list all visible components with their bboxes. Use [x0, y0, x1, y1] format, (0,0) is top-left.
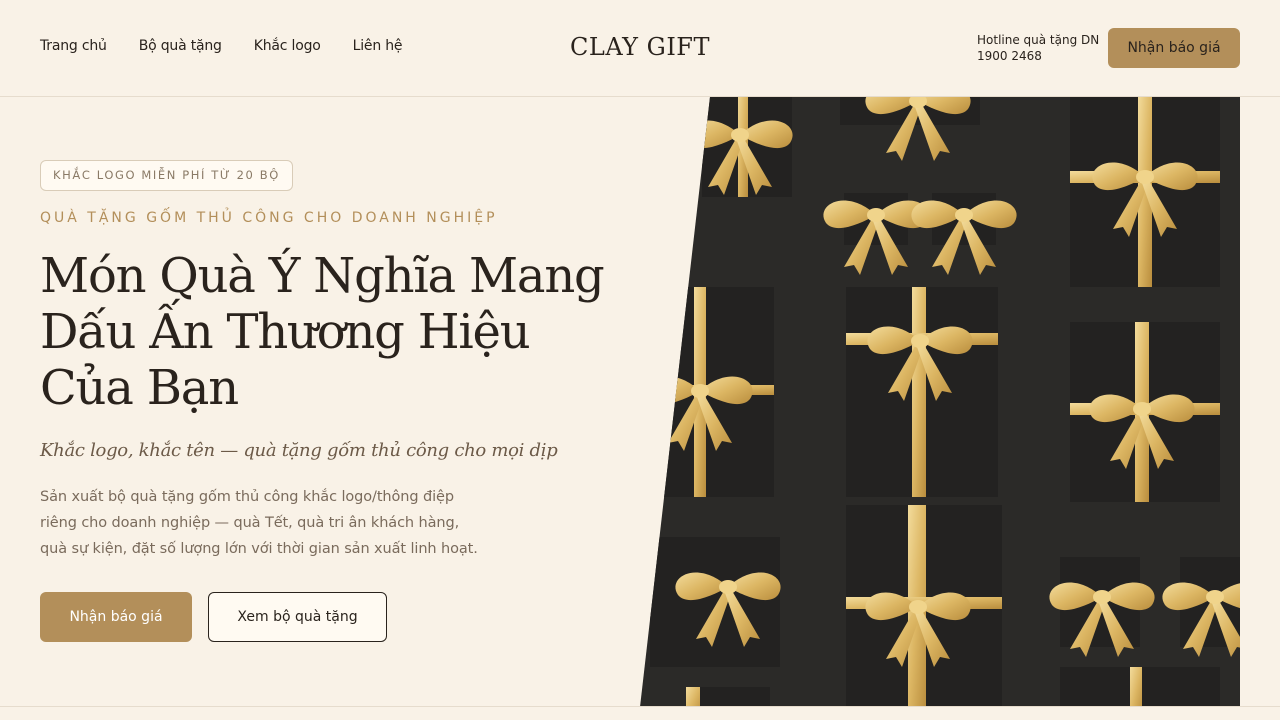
hotline-number[interactable]: 1900 2468 [977, 48, 1099, 64]
gift-boxes-photo [640, 97, 1240, 707]
view-gift-sets-button[interactable]: Xem bộ quà tặng [208, 592, 387, 642]
gift-box [1049, 557, 1155, 657]
headline-line-2: Dấu Ấn Thương Hiệu [40, 304, 531, 360]
gift-box [1070, 97, 1220, 287]
header-quote-button[interactable]: Nhận báo giá [1108, 28, 1240, 68]
headline-line-1: Món Quà Ý Nghĩa Mang [40, 248, 605, 304]
hero-headline: Món Quà Ý Nghĩa Mang Dấu Ấn Thương Hiệu … [40, 248, 640, 416]
hero-description: Sản xuất bộ quà tặng gốm thủ công khắc l… [40, 489, 478, 557]
gift-box [846, 505, 1002, 707]
headline-line-3: Của Bạn [40, 360, 239, 416]
hero-eyebrow: QUÀ TẶNG GỐM THỦ CÔNG CHO DOANH NGHIỆP [40, 210, 498, 226]
gift-box [1060, 667, 1220, 707]
hero-quote-button[interactable]: Nhận báo giá [40, 592, 192, 642]
hotline-label: Hotline quà tặng DN [977, 33, 1100, 47]
promo-badge: KHẮC LOGO MIỄN PHÍ TỪ 20 BỘ [40, 160, 293, 191]
gift-box [687, 97, 793, 197]
gift-box [1070, 322, 1220, 502]
gift-boxes-illustration [640, 97, 1240, 707]
section-divider [0, 706, 1280, 707]
hero-tagline: Khắc logo, khắc tên — quà tặng gốm thủ c… [40, 440, 558, 461]
site-header: Trang chủ Bộ quà tặng Khắc logo Liên hệ … [0, 0, 1280, 97]
gift-box [647, 287, 774, 497]
gift-box [846, 287, 998, 497]
hotline: Hotline quà tặng DN 1900 2468 [977, 32, 1099, 64]
